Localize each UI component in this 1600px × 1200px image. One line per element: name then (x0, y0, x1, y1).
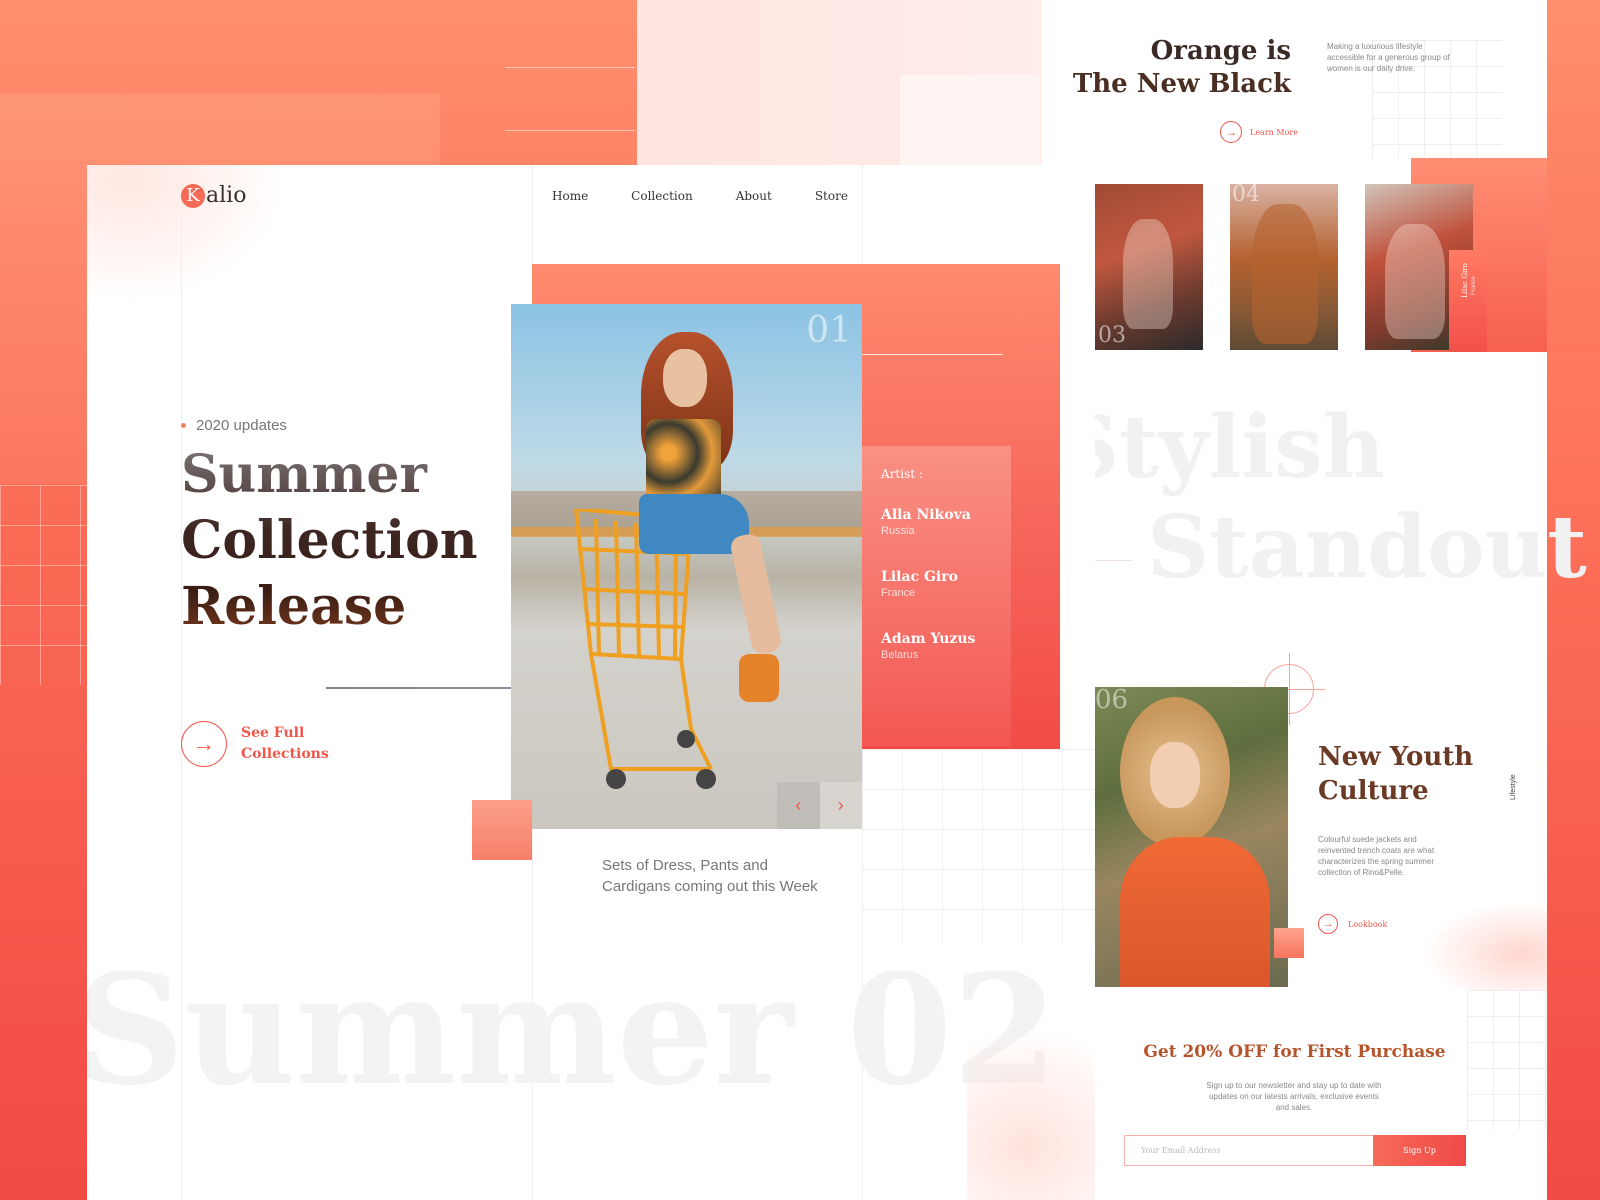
hero-description: Sets of Dress, Pants and Cardigans comin… (602, 857, 818, 895)
dot-icon (181, 423, 186, 428)
main-card: K alio Home Collection About Store 2020 … (87, 165, 1095, 1200)
nav-collection[interactable]: Collection (631, 189, 693, 203)
offer-title: Get 20% OFF for First Purchase (1143, 1042, 1446, 1062)
model-figure (1123, 219, 1173, 329)
model-sweater (1120, 837, 1270, 987)
artist-country: Russia (881, 525, 915, 537)
arrow-right-icon: → (181, 721, 227, 767)
slider-controls: ‹ › (777, 782, 862, 829)
background-block (900, 75, 1040, 165)
artist-heading: Artist : (881, 467, 923, 481)
artist-name: Adam Yuzus (881, 631, 976, 647)
background-text: Stylish Standout (1057, 398, 1587, 598)
right-panel: Orange is The New Black Making a luxurio… (1042, 0, 1587, 1200)
newsletter-form: Your Email Address Sign Up (1124, 1135, 1466, 1166)
arrow-right-icon: → (1220, 121, 1242, 143)
cta-line: See Full (241, 725, 305, 741)
see-full-collections-label: See Full Collections (241, 723, 329, 765)
hero-title-line: Release (181, 576, 407, 637)
thumbnail-caption-country: France (1471, 276, 1477, 295)
background-word: Standout (1147, 497, 1587, 598)
update-tag: 2020 updates (181, 417, 287, 434)
lookbook-link[interactable]: → Lookbook (1318, 914, 1387, 934)
artist-name: Alla Nikova (881, 507, 971, 523)
model-shoe (739, 654, 779, 702)
artist-country: Belarus (881, 649, 919, 661)
background-line (505, 130, 635, 131)
hero-title-line: Summer (181, 444, 427, 505)
model-figure (1385, 224, 1445, 339)
youth-title-line: New Youth (1318, 742, 1474, 772)
artist-item[interactable]: Alla Nikova Russia (881, 507, 971, 537)
main-nav: Home Collection About Store (552, 189, 848, 203)
shopping-cart-illustration (573, 509, 716, 789)
gallery-thumbnail[interactable]: 03 (1095, 184, 1203, 350)
lookbook-label: Lookbook (1348, 919, 1388, 929)
background-grid (862, 749, 1095, 944)
nav-store[interactable]: Store (815, 189, 848, 203)
decorative-glow (1422, 900, 1547, 990)
see-full-collections-link[interactable]: → See Full Collections (181, 721, 329, 767)
arrow-right-icon: → (1318, 914, 1338, 934)
logo[interactable]: K alio (181, 183, 246, 208)
feature-title-line: The New Black (1072, 69, 1291, 99)
hero-title-line: Collection (181, 510, 478, 571)
nav-home[interactable]: Home (552, 189, 588, 203)
hero-title: Summer Collection Release (181, 442, 478, 640)
model-face (1150, 742, 1200, 808)
background-text: Summer 02 (87, 940, 1059, 1119)
artist-country: France (881, 587, 916, 599)
feature-description: Making a luxurious lifestyle accessible … (1327, 42, 1450, 73)
sign-up-button[interactable]: Sign Up (1373, 1135, 1466, 1166)
thumbnail-number: 04 (1232, 184, 1260, 207)
decorative-square (1274, 928, 1304, 958)
feature-title: Orange is The New Black (1073, 35, 1291, 101)
chevron-right-icon[interactable]: › (819, 782, 862, 829)
youth-description: Colourful suede jackets and reinvented t… (1318, 835, 1435, 877)
update-tag-label: 2020 updates (196, 417, 287, 434)
youth-title: New Youth Culture (1318, 740, 1473, 808)
email-input[interactable]: Your Email Address (1124, 1135, 1373, 1166)
youth-photo: 06 (1095, 687, 1288, 987)
photo-number: 06 (1095, 687, 1129, 715)
model-figure (1252, 204, 1318, 344)
divider (853, 354, 1003, 355)
chevron-left-icon[interactable]: ‹ (777, 782, 820, 829)
slide-number: 01 (806, 310, 852, 351)
hero-photo: 01 (511, 304, 862, 829)
logo-text: alio (206, 183, 247, 208)
learn-more-label: Learn More (1250, 127, 1298, 137)
model-top (646, 419, 721, 504)
decorative-square (472, 800, 532, 860)
nav-about[interactable]: About (736, 189, 772, 203)
offer-description: Sign up to our newsletter and stay up to… (1206, 1081, 1382, 1112)
background-word: Stylish (1057, 397, 1386, 498)
cta-line: Collections (241, 746, 329, 762)
thumbnail-caption-name: Lilac Giro (1461, 263, 1469, 298)
feature-title-line: Orange is (1150, 36, 1291, 66)
model-leg (728, 532, 784, 656)
artist-name: Lilac Giro (881, 569, 958, 585)
artist-item[interactable]: Adam Yuzus Belarus (881, 631, 975, 661)
model-face (663, 349, 707, 407)
artist-item[interactable]: Lilac Giro France (881, 569, 958, 599)
background-grid (0, 485, 87, 685)
gallery-thumbnail[interactable]: 04 (1230, 184, 1338, 350)
thumbnail-caption: Lilac Giro France (1449, 250, 1487, 352)
background-line (505, 67, 635, 68)
learn-more-link[interactable]: → Learn More (1220, 121, 1298, 143)
decorative-glow (967, 1025, 1095, 1200)
logo-mark: K (181, 183, 205, 208)
thumbnail-number: 03 (1098, 323, 1126, 348)
vertical-label: Lifestyle (1510, 774, 1517, 800)
youth-title-line: Culture (1318, 776, 1429, 806)
